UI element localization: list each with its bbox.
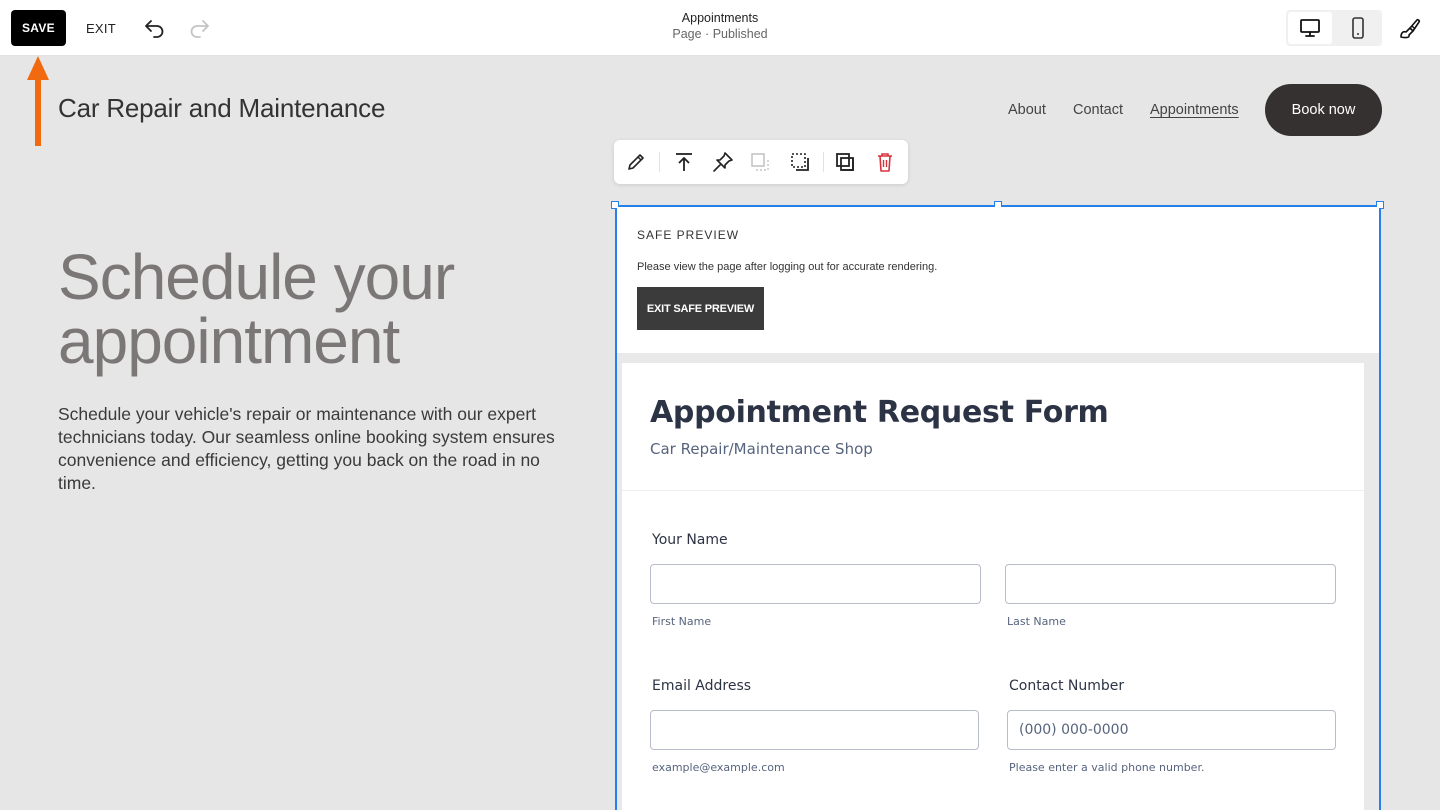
form-subtitle: Car Repair/Maintenance Shop [650,440,873,458]
form-card: Appointment Request Form Car Repair/Main… [622,363,1364,810]
annotation-arrow-icon [27,56,49,146]
hero-heading: Schedule your appointment [58,241,455,377]
nav-link-about[interactable]: About [1008,102,1046,118]
device-toggle [1286,10,1382,46]
form-title: Appointment Request Form [650,395,1109,430]
last-name-sublabel: Last Name [1007,615,1066,628]
pin-icon[interactable] [711,150,735,174]
trash-icon[interactable] [873,150,897,174]
first-name-field[interactable] [650,564,981,604]
safe-preview-panel: SAFE PREVIEW Please view the page after … [617,207,1379,353]
safe-preview-text: Please view the page after logging out f… [637,261,938,273]
form-header: Appointment Request Form Car Repair/Main… [622,363,1364,491]
email-sublabel: example@example.com [652,761,785,774]
move-to-top-icon[interactable] [672,150,696,174]
last-name-field[interactable] [1005,564,1336,604]
hero-description: Schedule your vehicle's repair or mainte… [58,404,555,493]
site-title[interactable]: Car Repair and Maintenance [58,93,385,124]
nav-link-appointments[interactable]: Appointments [1150,102,1239,118]
nav-link-contact[interactable]: Contact [1073,102,1123,118]
editor-topbar: SAVE EXIT Appointments Page · Published [0,0,1440,56]
pencil-icon[interactable] [624,150,648,174]
name-label: Your Name [652,532,728,548]
phone-field[interactable] [1007,710,1336,750]
book-now-button[interactable]: Book now [1265,84,1382,136]
paintbrush-icon[interactable] [1396,14,1424,42]
page-status: Page · Published [672,27,768,41]
mobile-icon[interactable] [1336,12,1380,44]
block-toolbar [614,140,908,184]
desktop-icon[interactable] [1288,12,1332,44]
phone-label: Contact Number [1009,678,1125,694]
email-label: Email Address [652,678,752,694]
select-area-icon[interactable] [788,150,812,174]
disabled-arrange-icon [748,150,772,174]
duplicate-icon[interactable] [833,150,857,174]
page-title: Appointments [681,11,759,25]
phone-sublabel: Please enter a valid phone number. [1009,761,1205,774]
exit-safe-preview-button[interactable]: EXIT SAFE PREVIEW [637,287,764,330]
safe-preview-title: SAFE PREVIEW [637,228,740,242]
first-name-sublabel: First Name [652,615,712,628]
embedded-form-area: Appointment Request Form Car Repair/Main… [617,353,1379,810]
email-field[interactable] [650,710,979,750]
